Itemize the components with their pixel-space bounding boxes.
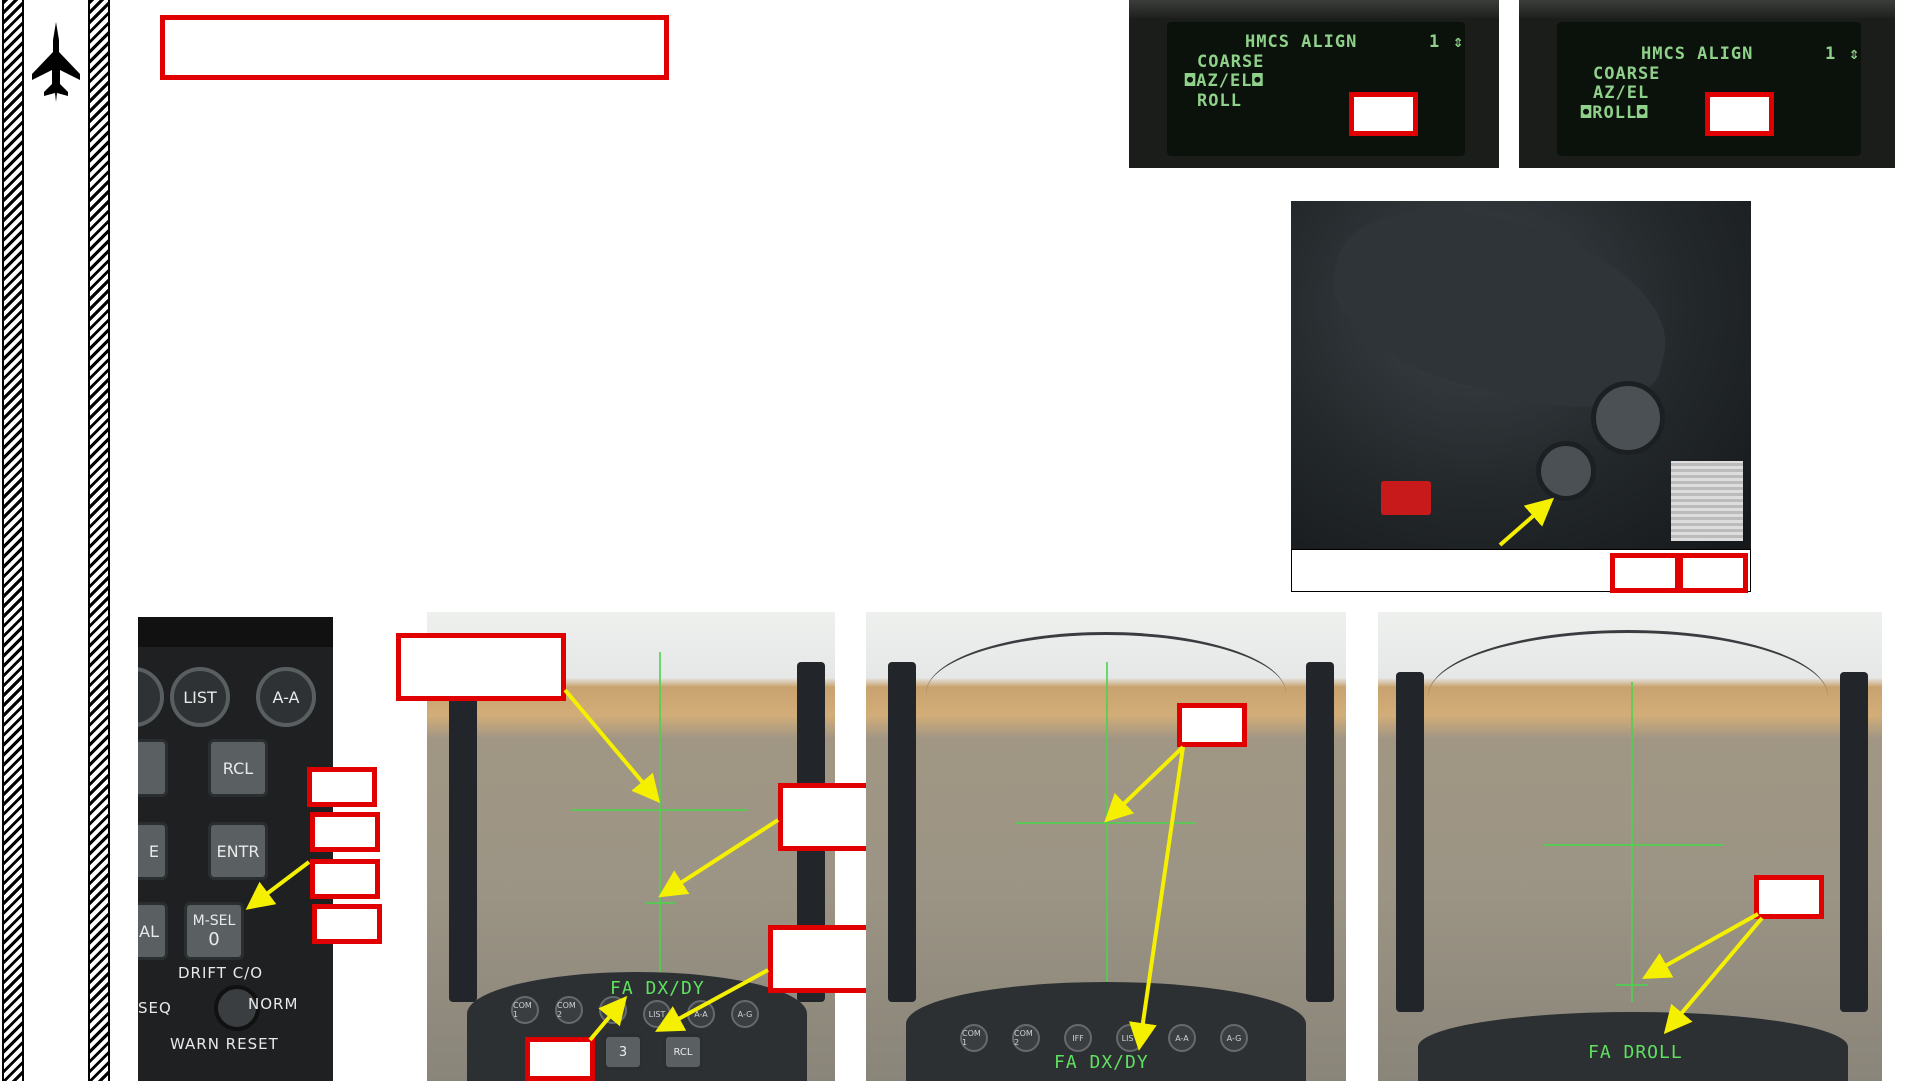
iff-button: IFF [1064, 1024, 1092, 1052]
aa-button: A-A [256, 667, 316, 727]
icp-keypad-photo: LIST A-A RCL E ENTR AL M-SEL 0 DRIFT C/O … [138, 617, 333, 1081]
ded-line-coarse: COARSE [1197, 52, 1265, 72]
warn-reset-label: WARN RESET [170, 1035, 279, 1053]
hud-vertical-line [659, 652, 661, 972]
hmcs-knob-photo [1291, 201, 1751, 549]
ded-line-roll: ROLL [1197, 91, 1242, 111]
key-partial-1 [138, 739, 168, 797]
canopy-strut-left [449, 662, 477, 1002]
msel-button: M-SEL 0 [184, 902, 244, 960]
ded-right-callout [1705, 92, 1774, 136]
round-button-partial [138, 667, 164, 727]
knob-callout-a [1610, 553, 1680, 593]
ag-button: A-G [731, 1000, 759, 1028]
ded-updown-icon: ⇕ [1453, 32, 1465, 52]
key-partial-al: AL [138, 902, 168, 960]
com1-button: COM 1 [960, 1024, 988, 1052]
title-callout-box [160, 15, 669, 80]
icp-top-edge [138, 617, 333, 647]
canopy-strut-right [1840, 672, 1868, 1012]
hud-crosshair-small [645, 902, 675, 904]
sidebar [0, 0, 112, 1081]
canopy-strut-left [1396, 672, 1424, 1012]
key-3-button: 3 [603, 1034, 643, 1070]
aa-button: A-A [1168, 1024, 1196, 1052]
icp-callout-4 [312, 904, 382, 944]
side-panel-grid [1671, 461, 1743, 541]
hud-scene-2: FA DX/DY COM 1 COM 2 IFF LIST A-A A-G [866, 612, 1346, 1081]
hatch-stripe-left [2, 0, 24, 1081]
knob-callout-b [1678, 553, 1748, 593]
ded-display-roll: HMCS ALIGN 1 ⇕ COARSE AZ/EL ◘ROLL◘ [1519, 0, 1895, 168]
norm-label: NORM [248, 995, 299, 1013]
ded-line-roll: ◘ROLL◘ [1581, 103, 1649, 123]
com1-button: COM 1 [511, 996, 539, 1024]
key-partial-e: E [138, 822, 168, 880]
drift-co-label: DRIFT C/O [178, 964, 264, 982]
entr-button: ENTR [208, 822, 268, 880]
hud-readout-text: FA DX/DY [610, 978, 705, 999]
hud-vertical-line [1631, 682, 1633, 1002]
ded-page-num: 1 [1429, 32, 1441, 52]
ded-left-callout [1349, 92, 1418, 136]
canopy-strut-right [1306, 662, 1334, 1002]
ded-line-azel: AZ/EL [1593, 83, 1650, 103]
list-button: LIST [170, 667, 230, 727]
canopy-strut-left [888, 662, 916, 1002]
com2-button: COM 2 [555, 996, 583, 1024]
hud-horizontal-line [1543, 844, 1723, 846]
rcl-button: RCL [208, 739, 268, 797]
hatch-stripe-right [88, 0, 110, 1081]
scene3-callout [1754, 875, 1824, 919]
com2-button: COM 2 [1012, 1024, 1040, 1052]
canopy-arc [1428, 630, 1828, 763]
ded-line-coarse: COARSE [1593, 64, 1661, 84]
ded-display-azel: HMCS ALIGN 1 ⇕ COARSE ◘AZ/EL◘ ROLL [1129, 0, 1499, 168]
ded-page-num: 1 [1825, 44, 1837, 64]
scene1-callout-bottom [525, 1037, 595, 1081]
hmcs-knob-small [1536, 441, 1596, 501]
list-button: LIST [643, 1000, 671, 1028]
iff-button: IFF [599, 996, 627, 1024]
ded-title: HMCS ALIGN [1641, 44, 1754, 64]
ded-updown-icon: ⇕ [1849, 44, 1861, 64]
aa-button: A-A [687, 1000, 715, 1028]
red-guard-switch [1381, 481, 1431, 515]
icp-callout-3 [310, 859, 380, 899]
seq-label: SEQ [138, 999, 172, 1017]
icp-callout-1 [307, 767, 377, 807]
hud-horizontal-line [572, 809, 747, 811]
ag-button: A-G [1220, 1024, 1248, 1052]
ded-line-azel: ◘AZ/EL◘ [1185, 71, 1264, 91]
list-button: LIST [1116, 1024, 1144, 1052]
scene1-callout-top [396, 633, 566, 701]
hud-crosshair-small [1616, 984, 1648, 986]
hud-readout-text: FA DX/DY [1054, 1052, 1149, 1073]
hud-readout-text: FA DROLL [1588, 1042, 1683, 1063]
rcl-button: RCL [663, 1034, 703, 1070]
hud-scene-3: FA DROLL [1378, 612, 1882, 1081]
icp-callout-2 [310, 812, 380, 852]
hud-horizontal-line [1016, 822, 1196, 824]
scene2-callout [1177, 703, 1247, 747]
jet-icon [32, 22, 80, 102]
ded-title: HMCS ALIGN [1245, 32, 1358, 52]
hmcs-knob [1591, 381, 1665, 455]
